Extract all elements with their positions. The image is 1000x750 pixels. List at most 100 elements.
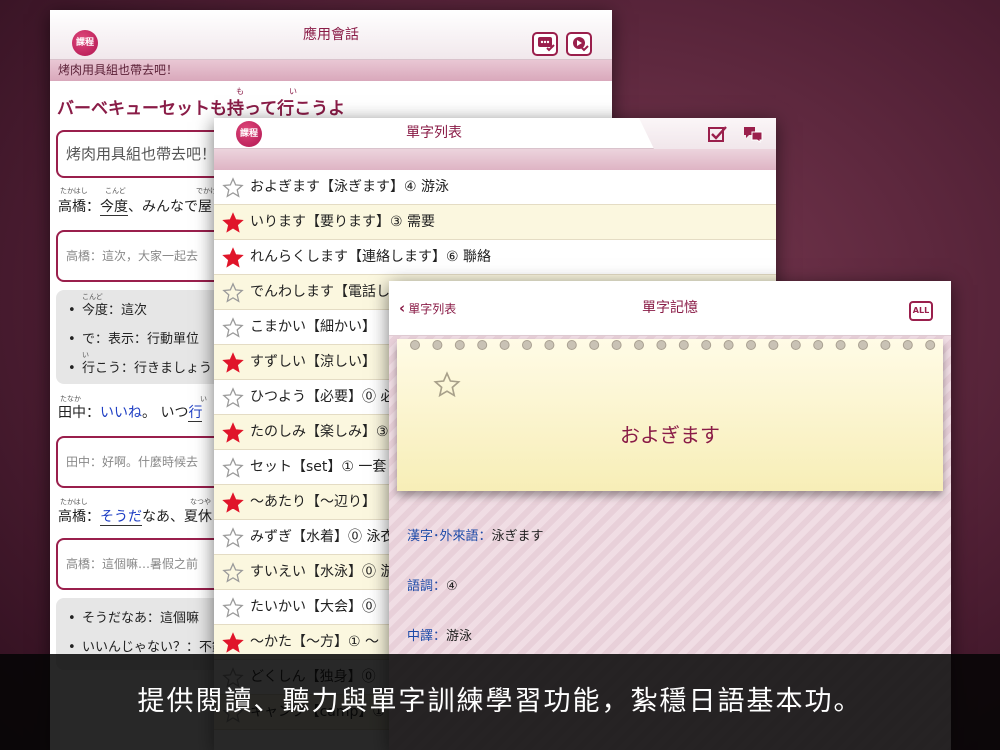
binder-hole (499, 340, 510, 350)
favorite-star-icon[interactable] (433, 371, 461, 403)
word-entry: ～かた【～方】① ～ (250, 634, 380, 650)
star-filled-icon[interactable] (222, 492, 244, 514)
vocab-link[interactable]: 今度 (100, 199, 128, 216)
binder-hole (723, 340, 734, 350)
binder-hole (432, 340, 443, 350)
binder-hole (835, 340, 846, 350)
dialogue-line[interactable]: 高橋：今度、みんなで屋 (58, 196, 212, 216)
furigana: い (82, 351, 89, 359)
star-outline-icon[interactable] (222, 457, 244, 479)
star-filled-icon[interactable] (222, 212, 244, 234)
star-filled-icon[interactable] (222, 422, 244, 444)
flashcard-title: 單字記憶 (642, 300, 698, 316)
binder-hole (589, 340, 600, 350)
vocab-link[interactable]: いいね (100, 405, 142, 421)
binder-hole (902, 340, 913, 350)
binder-hole (634, 340, 644, 350)
kanji-info: 漢字･外來語：泳ぎます (407, 525, 544, 544)
word-entry: たのしみ【楽しみ】③ (250, 424, 389, 440)
meaning-info: 中譯：游泳 (407, 625, 472, 644)
word-entry: すずしい【涼しい】 (250, 354, 376, 370)
furigana: たかはし (60, 187, 88, 195)
dialogue-text: なあ、夏休 (142, 509, 212, 525)
meaning-label: 中譯： (407, 629, 447, 644)
conversation-header: 課程 應用會話 (50, 10, 612, 60)
word-entry: ～あたり【～辺り】 (250, 494, 376, 510)
vocab-link[interactable]: そうだ (100, 509, 142, 526)
binder-hole (880, 340, 891, 350)
word-entry: たいかい【大会】⓪ (250, 599, 376, 615)
dialogue-line[interactable]: 田中：いいね。 いつ行 (58, 402, 203, 422)
binder-hole (410, 340, 420, 350)
binder-hole (925, 340, 936, 350)
binder-hole (701, 340, 712, 350)
star-outline-icon[interactable] (222, 562, 244, 584)
binder-hole (790, 340, 801, 350)
star-outline-icon[interactable] (222, 597, 244, 619)
dialogue-text: 。 いつ (142, 405, 189, 421)
accent-value: ④ (446, 579, 458, 594)
word-entry: ひつよう【必要】⓪ 必 (250, 389, 395, 405)
sentence-headline: バーベキューセットも持って行こうよ (57, 99, 346, 119)
wordlist-title: 單字列表 (406, 125, 462, 141)
star-outline-icon[interactable] (222, 177, 244, 199)
kanji-label: 漢字･外來語： (407, 529, 492, 544)
all-button[interactable]: ALL (909, 301, 933, 321)
binder-hole (656, 340, 667, 350)
word-entry: およぎます【泳ぎます】④ 游泳 (250, 179, 450, 195)
flashcard-word: およぎます (620, 423, 720, 447)
binder-hole (813, 340, 824, 350)
wordlist-header: 課程 單字列表 (214, 118, 776, 170)
binder-holes (410, 340, 936, 350)
word-entry: みずぎ【水着】⓪ 泳衣 (250, 529, 395, 545)
star-outline-icon[interactable] (222, 387, 244, 409)
page-title: 應用會話 (303, 27, 359, 43)
binder-hole (746, 340, 756, 350)
promo-caption: 提供閱讀、聽力與單字訓練學習功能，紮穩日語基本功。 (0, 654, 1000, 750)
binder-hole (566, 340, 577, 350)
binder-hole (611, 340, 622, 350)
kanji-value: 泳ぎます (491, 529, 544, 544)
word-row[interactable]: いります【要ります】③ 需要 (214, 205, 776, 240)
checklist-icon[interactable] (708, 125, 728, 147)
flashcard-header: ‹ 單字列表 單字記憶 ALL (389, 281, 951, 336)
accent-label: 語調： (407, 579, 447, 594)
binder-hole (768, 340, 779, 350)
binder-hole (678, 340, 689, 350)
dialogue-line[interactable]: 高橋：そうだなあ、夏休 (58, 506, 212, 526)
binder-hole (522, 340, 532, 350)
word-entry: いります【要ります】③ 需要 (250, 214, 436, 230)
word-entry: れんらくします【連絡します】⑥ 聯絡 (250, 249, 491, 265)
binder-hole (477, 340, 488, 350)
word-entry: こまかい【細かい】 (250, 319, 376, 335)
flashcard[interactable]: およぎます (397, 339, 943, 491)
star-outline-icon[interactable] (222, 317, 244, 339)
chat-play-icon[interactable] (566, 32, 592, 56)
star-filled-icon[interactable] (222, 632, 244, 654)
chat-check-icon[interactable] (532, 32, 558, 56)
star-outline-icon[interactable] (222, 527, 244, 549)
speaker-name: 田中： (58, 405, 100, 421)
accent-info: 語調：④ (407, 575, 458, 594)
word-entry: セット【set】① 一套 (250, 459, 387, 475)
wordlist-subbar (214, 149, 776, 170)
word-entry: でんわします【電話しま (250, 284, 404, 300)
star-filled-icon[interactable] (222, 352, 244, 374)
word-entry: すいえい【水泳】⓪ 游 (250, 564, 395, 580)
word-row[interactable]: れんらくします【連絡します】⑥ 聯絡 (214, 240, 776, 275)
star-outline-icon[interactable] (222, 282, 244, 304)
binder-hole (858, 340, 868, 350)
speaker-name: 高橋： (58, 509, 100, 525)
binder-hole (544, 340, 555, 350)
furigana: こんど (82, 293, 103, 301)
vocab-link[interactable]: 行 (188, 405, 203, 422)
speaker-name: 高橋： (58, 199, 100, 215)
meaning-value: 游泳 (446, 629, 473, 644)
word-row[interactable]: およぎます【泳ぎます】④ 游泳 (214, 170, 776, 205)
binder-hole (454, 340, 465, 350)
dialogue-text: 、みんなで屋 (128, 199, 212, 215)
star-filled-icon[interactable] (222, 247, 244, 269)
chat-icon[interactable] (742, 125, 764, 147)
lesson-subtitle: 烤肉用具組也帶去吧！ (50, 60, 612, 81)
furigana: こんど (105, 187, 126, 195)
